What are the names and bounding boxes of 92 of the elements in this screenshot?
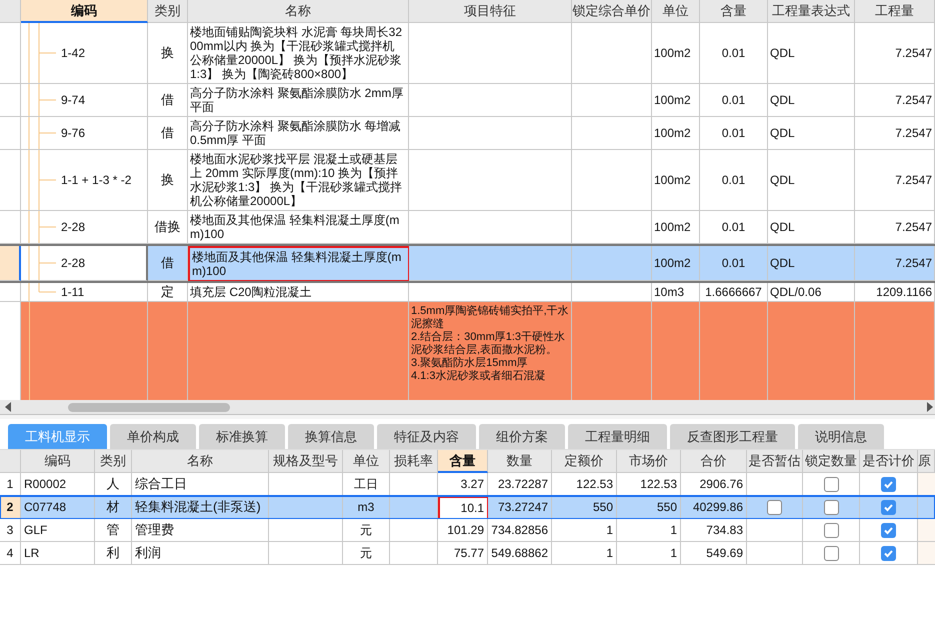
table-cell: 借 — [148, 246, 188, 281]
tab[interactable]: 组价方案 — [479, 424, 565, 449]
table-row[interactable]: 1 R00002 人 综合工日 工日 3.27 23.72287 122.53 122.53 2906.76 — [0, 473, 935, 496]
row-header-cell[interactable] — [0, 302, 21, 400]
column-header[interactable]: 定额价 — [552, 450, 617, 473]
tab[interactable]: 工程量明细 — [568, 424, 667, 449]
row-number[interactable]: 4 — [0, 542, 21, 565]
table-cell: 利润 — [132, 542, 269, 565]
column-header[interactable]: 市场价 — [617, 450, 681, 473]
column-header[interactable]: 名称 — [132, 450, 269, 473]
code-text: 1-1 + 1-3 * -2 — [61, 173, 132, 187]
column-header[interactable]: 是否暂估 — [747, 450, 803, 473]
column-header[interactable]: 损耗率 — [390, 450, 438, 473]
tab[interactable]: 特征及内容 — [377, 424, 476, 449]
check-icon — [883, 548, 894, 558]
table-row[interactable]: 1-42 换 楼地面铺贴陶瓷块料 水泥膏 每块周长3200mm以内 换为【干混砂浆罐式搅拌机公称储量20000L】 换为【预拌水泥砂浆1:3】 换为【陶瓷砖800×800】 100m2 0.01 QDL 7.2547 — [0, 23, 935, 84]
checkbox[interactable] — [767, 500, 782, 514]
row-header-cell[interactable] — [0, 117, 21, 150]
table-row[interactable]: 4 LR 利 利润 元 75.77 549.68862 1 1 549.69 — [0, 542, 935, 565]
column-header[interactable]: 编码 — [21, 450, 95, 473]
table-cell: 75.77 — [438, 542, 488, 565]
table-cell: 利 — [95, 542, 132, 565]
row-number[interactable]: 2 — [0, 496, 21, 519]
table-cell: 549.68862 — [488, 542, 552, 565]
column-header[interactable]: 原 — [918, 450, 935, 473]
column-header[interactable]: 锁定数量 — [803, 450, 860, 473]
column-header[interactable]: 是否计价 — [860, 450, 918, 473]
checkbox[interactable] — [824, 500, 838, 514]
row-header-cell[interactable] — [0, 23, 21, 84]
column-header[interactable]: 类别 — [95, 450, 132, 473]
column-header[interactable]: 含量 — [438, 450, 488, 473]
column-header[interactable]: 单位 — [652, 0, 700, 23]
column-header[interactable]: 工程量表达式 — [768, 0, 855, 23]
code-text: 1-11 — [61, 285, 86, 299]
tab[interactable]: 说明信息 — [798, 424, 884, 449]
row-header-cell[interactable] — [0, 211, 21, 244]
column-header[interactable]: 编码 — [21, 0, 148, 23]
table-row[interactable]: 1-11 定 填充层 C20陶粒混凝土 10m3 1.6666667 QDL/0.06 1209.1166 — [0, 283, 935, 302]
table-cell: 100m2 — [652, 246, 700, 281]
column-header[interactable]: 合价 — [681, 450, 747, 473]
column-header[interactable]: 名称 — [188, 0, 409, 23]
checkbox[interactable] — [824, 522, 838, 538]
checkbox[interactable] — [881, 546, 896, 560]
tab[interactable]: 单价构成 — [110, 424, 196, 449]
table-cell: 1 — [617, 542, 681, 565]
column-header[interactable]: 数量 — [488, 450, 552, 473]
table-cell: 0.01 — [700, 246, 768, 281]
column-header[interactable]: 单位 — [343, 450, 390, 473]
column-header[interactable]: 含量 — [700, 0, 768, 23]
checkbox[interactable] — [881, 476, 896, 492]
code-text: 1-42 — [61, 46, 86, 60]
column-header[interactable]: 类别 — [148, 0, 188, 23]
checkbox[interactable] — [824, 546, 838, 560]
table-row[interactable]: 9-76 借 高分子防水涂料 聚氨酯涂膜防水 每增减0.5mm厚 平面 100m2 0.01 QDL 7.2547 — [0, 117, 935, 150]
table-cell: 楼地面及其他保温 轻集料混凝土厚度(mm)100 — [188, 246, 409, 281]
check-icon — [883, 502, 894, 512]
code-text: 2-28 — [61, 256, 86, 270]
check-icon — [883, 478, 894, 490]
code-text: 9-74 — [61, 93, 86, 107]
tab[interactable]: 换算信息 — [288, 424, 374, 449]
table-cell: 7.2547 — [855, 246, 935, 281]
table-row[interactable]: 1.5mm厚陶瓷锦砖铺实拍平,干水泥擦缝 2.结合层：30mm厚1:3干硬性水泥砂浆结合层,表面撒水泥粉。 3.聚氨酯防水层15mm厚 4.1:3水泥砂浆或者细石混凝 — [0, 302, 935, 400]
column-header[interactable]: 项目特征 — [409, 0, 572, 23]
row-header-cell[interactable] — [0, 283, 21, 302]
row-header-cell[interactable] — [0, 150, 21, 211]
column-header[interactable]: 规格及型号 — [269, 450, 343, 473]
table-row[interactable]: 1-1 + 1-3 * -2 换 楼地面水泥砂浆找平层 混凝土或硬基层上 20mm 实际厚度(mm):10 换为【预拌水泥砂浆1:3】 换为【干混砂浆罐式搅拌机公称储量20000L】 100m2 0.01 QDL 7.2547 — [0, 150, 935, 211]
table-row[interactable]: 3 GLF 管 管理费 元 101.29 734.82856 1 1 734.83 — [0, 519, 935, 542]
row-header-cell[interactable] — [0, 84, 21, 117]
checkbox[interactable] — [881, 522, 896, 538]
checkbox[interactable] — [881, 500, 896, 514]
table-row[interactable]: 2-28 借 楼地面及其他保温 轻集料混凝土厚度(mm)100 100m2 0.01 QDL 7.2547 — [0, 244, 935, 283]
scroll-left-icon[interactable] — [4, 402, 12, 412]
table-cell: 10.1 — [438, 496, 488, 519]
code-text: 9-76 — [61, 126, 86, 140]
horizontal-scrollbar[interactable] — [0, 400, 935, 415]
table-cell: QDL — [768, 246, 855, 281]
scrollbar-thumb[interactable] — [68, 402, 230, 412]
column-header[interactable]: 工程量 — [855, 0, 935, 23]
table-cell: 元 — [343, 542, 390, 565]
row-header-cell[interactable] — [0, 246, 21, 281]
column-header[interactable]: 锁定综合单价 — [572, 0, 652, 23]
table-cell: LR — [21, 542, 95, 565]
check-icon — [883, 524, 894, 536]
checkbox[interactable] — [824, 476, 838, 492]
tab[interactable]: 标准换算 — [199, 424, 285, 449]
table-row[interactable]: 2 C07748 材 轻集料混凝土(非泵送) m3 10.1 73.27247 550 550 40299.86 — [0, 496, 935, 519]
table-row[interactable]: 9-74 借 高分子防水涂料 聚氨酯涂膜防水 2mm厚平面 100m2 0.01 QDL 7.2547 — [0, 84, 935, 117]
scroll-right-icon[interactable] — [926, 402, 934, 412]
code-text: 2-28 — [61, 220, 86, 234]
tab[interactable]: 反查图形工程量 — [670, 424, 795, 449]
table-cell: 1 — [552, 542, 617, 565]
